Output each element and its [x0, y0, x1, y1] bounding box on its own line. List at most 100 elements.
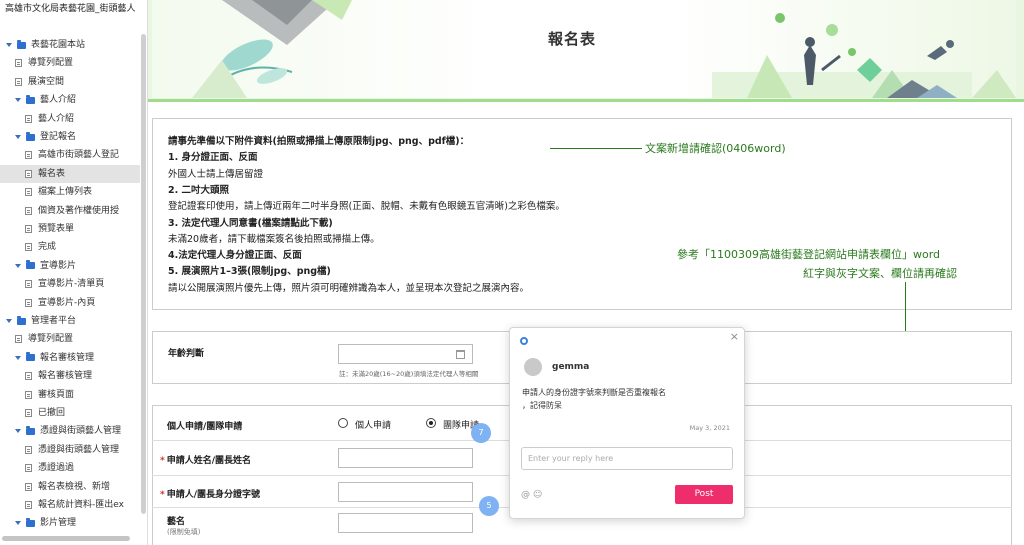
radio-team[interactable] [426, 418, 436, 428]
sidebar-item-label: 表藝花園本站 [31, 40, 86, 50]
sidebar-item[interactable]: 管理者平台 [6, 312, 76, 330]
apply-type-label: 個人申請/團隊申請 [167, 422, 243, 432]
sidebar-item[interactable]: 導覽列配置 [15, 330, 73, 348]
sidebar-item-label: 審核頁面 [38, 389, 75, 400]
sidebar-item[interactable]: 憑證過過 [25, 459, 74, 477]
sidebar-item-label: 預覽表單 [38, 224, 75, 234]
sidebar-item-label: 憑證與街頭藝人管理 [40, 426, 122, 437]
sidebar-item[interactable]: 宣導影片 [15, 257, 76, 275]
annotation-note-2-line1: 參考「1100309高雄街藝登記網站申請表欄位」word [677, 248, 941, 261]
instruction-line: 請以公開展演照片優先上傳，照片須可明確辨識為本人，並呈現本次登記之展演內容。 [168, 282, 530, 294]
page-icon [25, 280, 32, 289]
id-input[interactable] [338, 482, 473, 502]
page-icon [25, 445, 32, 454]
comment-status-dot [520, 337, 528, 345]
sidebar-horizontal-scrollbar[interactable] [2, 536, 130, 541]
sidebar-item-label: 展演空間 [28, 76, 65, 87]
comment-marker-b[interactable]: 5 [479, 496, 499, 516]
folder-icon [26, 425, 35, 435]
sidebar-item-label: 憑證與街頭藝人管理 [38, 444, 120, 455]
sidebar-item[interactable]: 完成 [25, 238, 56, 256]
page-icon [25, 169, 32, 178]
sidebar-item[interactable]: 影片管理 [15, 514, 76, 532]
sidebar-item[interactable]: 展演空間 [15, 73, 64, 91]
expand-arrow-icon[interactable] [15, 355, 21, 360]
sidebar-item[interactable]: 報名審核管理 [25, 367, 92, 385]
sidebar-item-label: 藝人介紹 [40, 95, 77, 106]
calendar-icon[interactable] [456, 350, 465, 359]
instruction-line: 外國人士請上傳居留證 [168, 168, 264, 180]
sidebar-item[interactable]: 已撤回 [25, 404, 65, 422]
id-label-text: 申請人/團長身分證字號 [166, 490, 261, 500]
sidebar-item-label: 導覽列配置 [28, 58, 74, 69]
instruction-line: 5. 展演照片1–3張(限制jpg、png檔) [168, 266, 331, 278]
sidebar-item[interactable]: 表藝花園本站 [6, 36, 85, 54]
instruction-line: 4.法定代理人身分證正面、反面 [168, 250, 302, 262]
sidebar-item-label: 宣導影片 [40, 260, 77, 271]
sidebar-item[interactable]: 高雄市街頭藝人登記 [25, 146, 119, 164]
expand-arrow-icon[interactable] [15, 429, 21, 434]
name-label: * 申請人姓名/團長姓名 [160, 453, 251, 466]
expand-arrow-icon[interactable] [6, 43, 12, 47]
page-title: 報名表 [548, 30, 597, 48]
page-icon [25, 243, 32, 252]
comment-message: 申請人的身份證字號來判斷是否重複報名 ，記得防呆 [522, 386, 666, 412]
folder-icon [26, 517, 35, 527]
sidebar-vertical-scrollbar[interactable] [141, 34, 146, 514]
comment-date: May 3, 2021 [689, 424, 730, 432]
expand-arrow-icon[interactable] [15, 263, 21, 268]
expand-arrow-icon[interactable] [15, 98, 21, 103]
comment-marker-a[interactable]: 7 [471, 423, 491, 443]
stage-name-input[interactable] [338, 513, 473, 533]
sidebar-item[interactable]: 宣導影片-內頁 [25, 294, 95, 312]
instruction-line: 2. 二吋大頭照 [168, 184, 230, 196]
instruction-line: 登記證套印使用，請上傳近兩年二吋半身照(正面、脫帽、未戴有色眼鏡五官清晰)之彩色… [168, 201, 565, 213]
page-icon [25, 206, 32, 215]
site-title: 高雄市文化局表藝花園_街頭藝人 [5, 4, 136, 14]
instructions-panel: 請事先準備以下附件資料(拍照或掃描上傳原限制jpg、png、pdf檔)： 1. 身… [152, 118, 1012, 310]
banner-background [152, 0, 1016, 98]
birthdate-input[interactable] [338, 344, 473, 364]
sidebar-item[interactable]: 宣導影片-清單頁 [25, 275, 104, 293]
expand-arrow-icon[interactable] [15, 135, 21, 139]
sidebar-item[interactable]: 藝人介紹 [25, 110, 74, 128]
stage-name-label: 藝名 [167, 517, 186, 527]
sidebar-item[interactable]: 報名審核管理 [15, 349, 94, 367]
expand-arrow-icon[interactable] [6, 319, 12, 323]
page-icon [25, 409, 32, 417]
banner-illustration [192, 0, 1016, 98]
sidebar-item[interactable]: 導覽列配置 [15, 54, 73, 72]
sidebar-item-label: 檔案上傳列表 [38, 187, 93, 198]
required-mark: * [160, 456, 165, 466]
sidebar-item[interactable]: 憑證與街頭藝人管理 [15, 422, 121, 440]
age-hint: 註：未滿20歲(16~20歲)須填法定代理人等相關 [339, 370, 479, 378]
expand-arrow-icon[interactable] [15, 521, 21, 526]
sidebar-item[interactable]: 報名統計資料-匯出ex [25, 496, 124, 514]
stage-name-sub: (限制免填) [167, 528, 201, 536]
folder-icon [17, 315, 26, 325]
sidebar-item-label: 登記報名 [40, 132, 77, 142]
close-icon[interactable]: × [730, 330, 739, 343]
sidebar: 高雄市文化局表藝花園_街頭藝人 表藝花園本站 導覽列配置 展演空間 藝人介紹 藝人介紹登… [0, 0, 148, 545]
annotation-connector-2 [905, 282, 906, 332]
page-icon [25, 482, 32, 491]
post-button[interactable]: Post [675, 485, 733, 504]
sidebar-item-label: 報名審核管理 [40, 352, 95, 363]
sidebar-item[interactable]: 預覽表單 [25, 220, 74, 238]
sidebar-item[interactable]: 憑證與街頭藝人管理 [25, 441, 119, 459]
sidebar-item[interactable]: 藝人介紹 [15, 91, 76, 109]
sidebar-item[interactable]: 報名表檢視、新增 [25, 478, 110, 496]
sidebar-item[interactable]: 登記報名 [15, 128, 76, 146]
page-icon [15, 335, 22, 344]
sidebar-item[interactable]: 審核頁面 [25, 386, 74, 404]
sidebar-item[interactable]: 檔案上傳列表 [25, 183, 92, 201]
mention-emoji-icons[interactable]: @ ☺ [521, 490, 542, 500]
name-input[interactable] [338, 448, 473, 468]
sidebar-item[interactable]: 報名表 [0, 164, 140, 183]
radio-individual[interactable] [338, 418, 348, 428]
radio-individual-label: 個人申請 [355, 421, 392, 431]
sidebar-item[interactable]: 個資及著作權使用授 [25, 202, 119, 220]
sidebar-item-label: 藝人介紹 [38, 113, 75, 124]
page-icon [25, 188, 32, 197]
reply-input[interactable]: Enter your reply here [521, 447, 733, 470]
